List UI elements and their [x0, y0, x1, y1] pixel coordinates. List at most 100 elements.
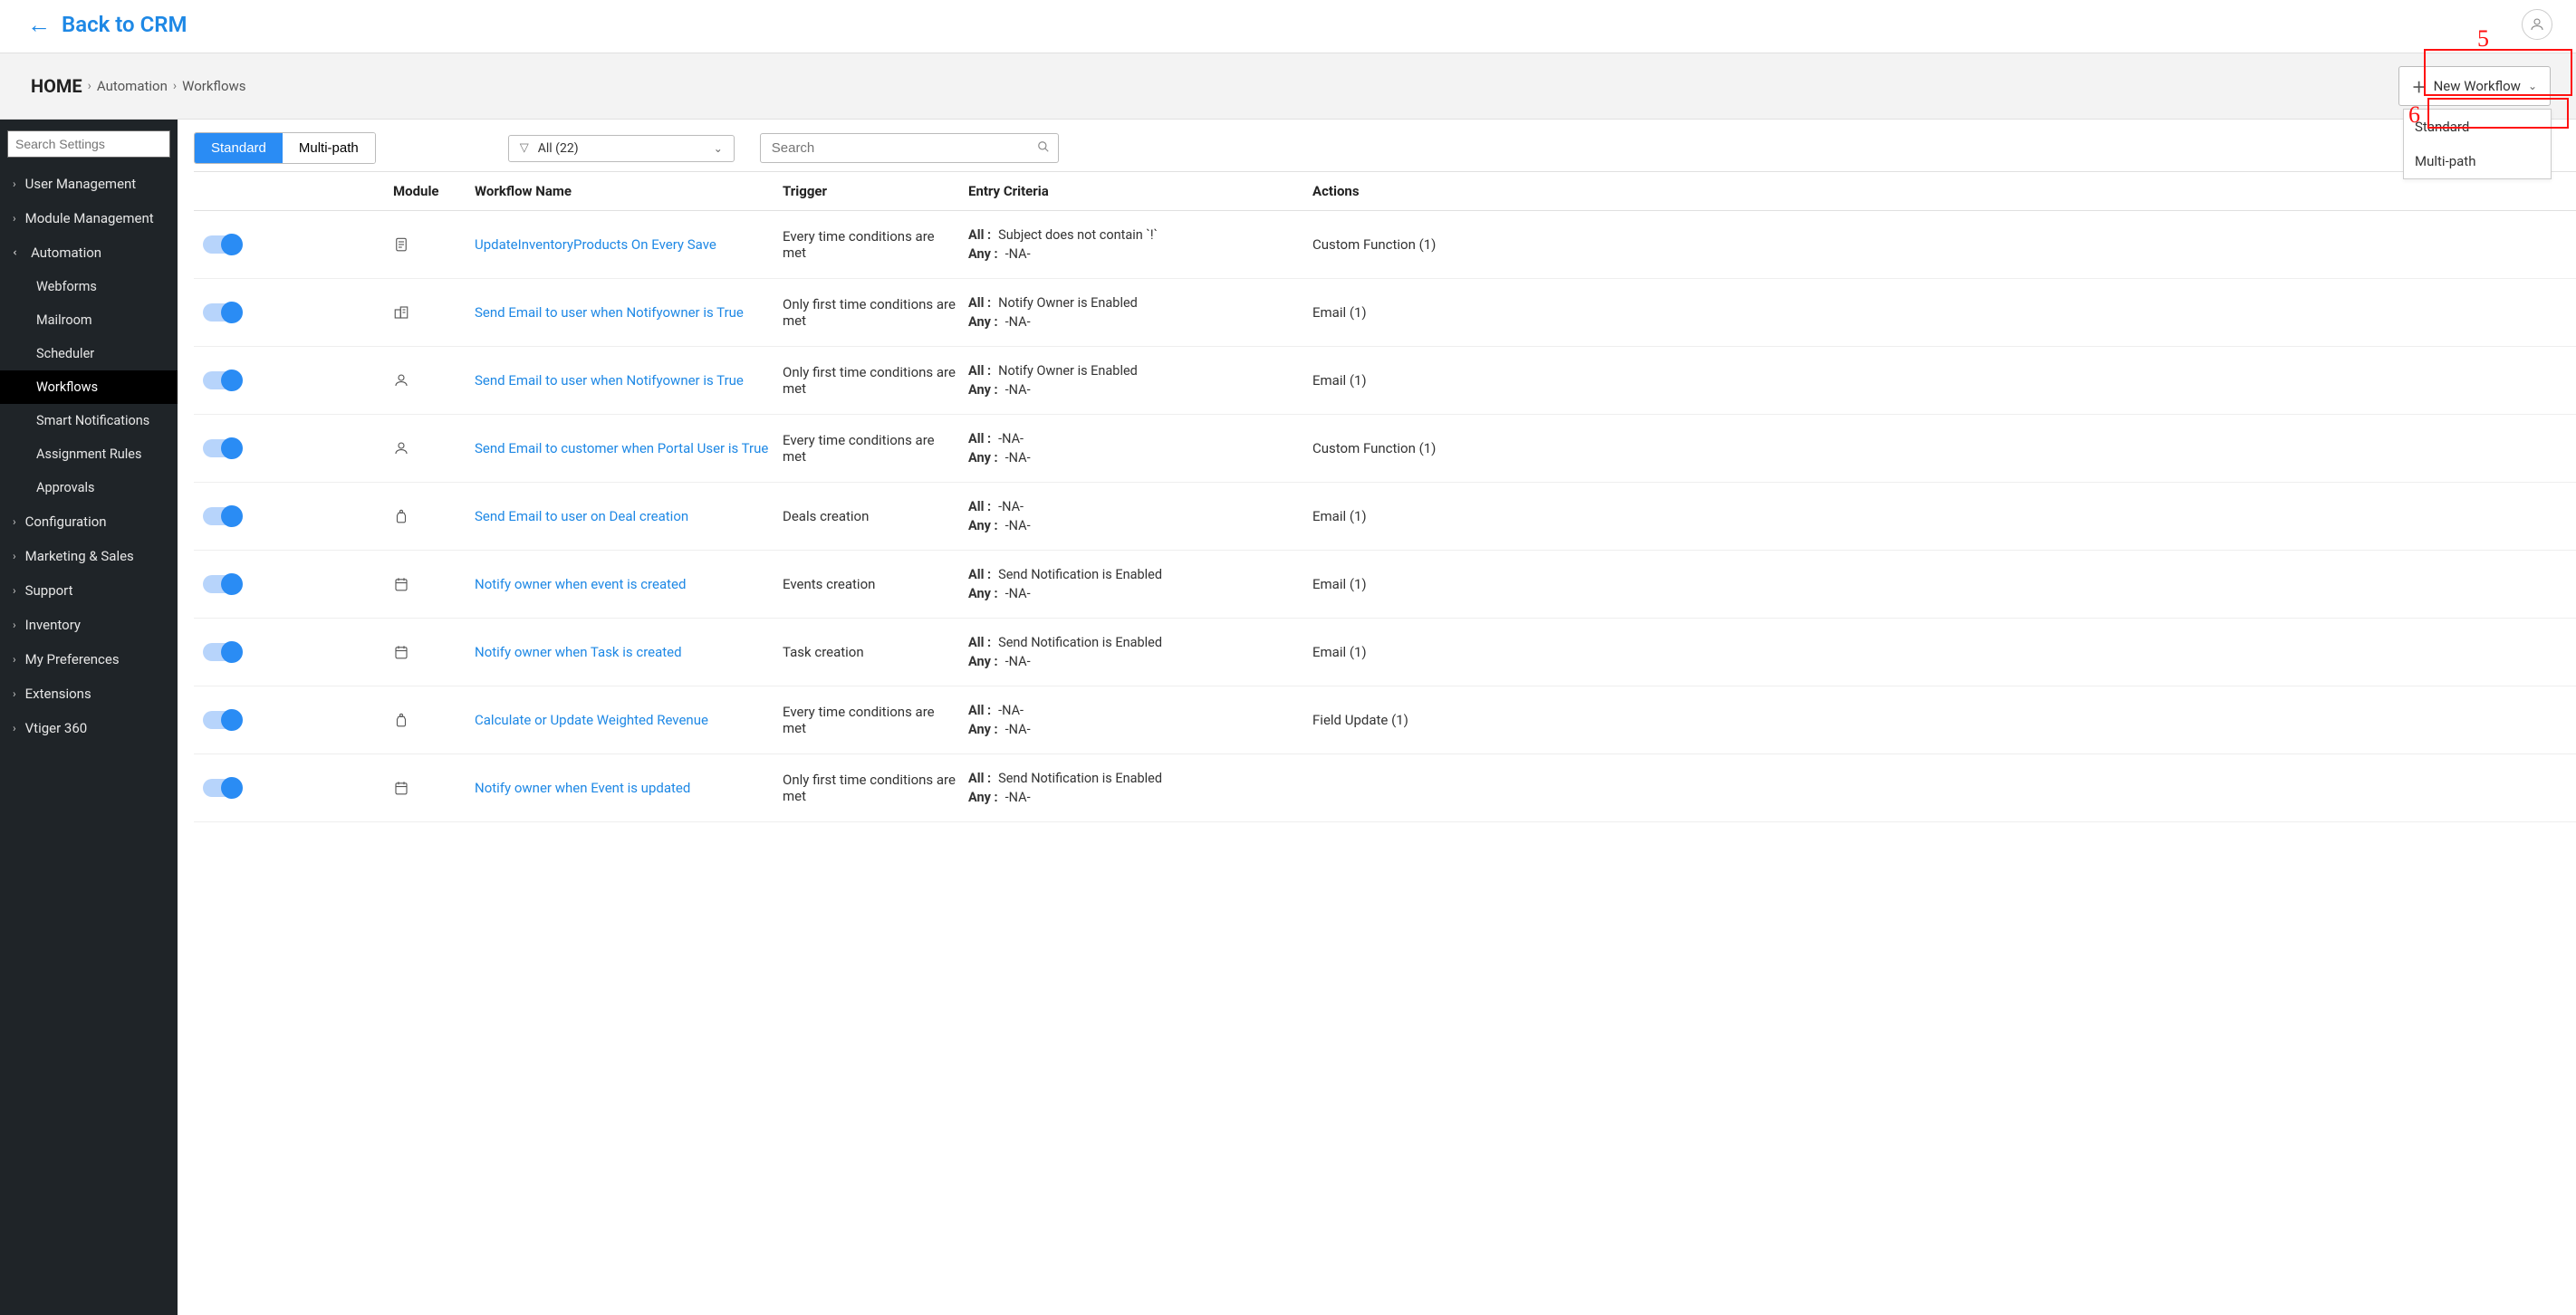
workflow-toggle[interactable]: [203, 711, 241, 729]
workflow-trigger: Events creation: [783, 576, 968, 592]
sidebar-subitem-scheduler[interactable]: Scheduler: [0, 337, 178, 370]
sidebar-item-my-preferences[interactable]: › My Preferences: [0, 642, 178, 677]
chevron-right-icon: ›: [13, 722, 16, 734]
sidebar-subitem-smart-notifications[interactable]: Smart Notifications: [0, 404, 178, 437]
dropdown-item-standard[interactable]: Standard: [2404, 110, 2551, 144]
sidebar-subitem-assignment-rules[interactable]: Assignment Rules: [0, 437, 178, 471]
module-icon: [393, 712, 475, 728]
workflow-name-link[interactable]: Send Email to user when Notifyowner is T…: [475, 372, 783, 389]
avatar[interactable]: [2522, 9, 2552, 40]
workflow-toggle[interactable]: [203, 779, 241, 797]
workflow-actions: Email (1): [1258, 644, 2576, 660]
table-row: Send Email to user when Notifyowner is T…: [194, 279, 2576, 347]
breadcrumb-bar: HOME › Automation › Workflows ＋ New Work…: [0, 53, 2576, 120]
module-icon: [393, 508, 475, 524]
breadcrumb-home[interactable]: HOME: [31, 75, 82, 97]
annotation-5: 5: [2477, 25, 2489, 53]
table-row: Calculate or Update Weighted RevenueEver…: [194, 686, 2576, 754]
search-input[interactable]: [760, 133, 1059, 163]
new-workflow-button[interactable]: ＋ New Workflow ⌄ Standard Multi-path: [2398, 66, 2551, 106]
workflow-name-link[interactable]: Send Email to user on Deal creation: [475, 508, 783, 524]
chevron-down-icon: ⌄: [2528, 80, 2537, 92]
back-label: Back to CRM: [62, 12, 187, 37]
funnel-icon: ▽: [520, 141, 529, 155]
sidebar-item-label: My Preferences: [25, 651, 120, 667]
workflow-criteria: All :Notify Owner is EnabledAny :-NA-: [968, 360, 1258, 401]
workflow-toggle[interactable]: [203, 575, 241, 593]
workflow-name-link[interactable]: UpdateInventoryProducts On Every Save: [475, 236, 783, 253]
workflow-name-link[interactable]: Notify owner when event is created: [475, 576, 783, 592]
chevron-right-icon: ›: [13, 515, 16, 528]
sidebar-item-configuration[interactable]: › Configuration: [0, 504, 178, 539]
sidebar-item-module-management[interactable]: ›Module Management: [0, 201, 178, 235]
table-row: UpdateInventoryProducts On Every SaveEve…: [194, 211, 2576, 279]
workflow-toggle[interactable]: [203, 235, 241, 254]
seg-standard[interactable]: Standard: [195, 133, 283, 163]
workflow-toggle[interactable]: [203, 303, 241, 322]
workflow-criteria: All :Subject does not contain `!`Any :-N…: [968, 224, 1258, 265]
workflow-name-link[interactable]: Notify owner when Event is updated: [475, 780, 783, 796]
workflow-toggle[interactable]: [203, 643, 241, 661]
main-content: Standard Multi-path ▽ All (22) ⌄ Modul: [178, 120, 2576, 1315]
workflow-criteria: All :-NA-Any :-NA-: [968, 427, 1258, 469]
breadcrumb-level1[interactable]: Automation: [97, 78, 168, 94]
dropdown-item-multipath[interactable]: Multi-path: [2404, 144, 2551, 178]
sidebar-subitem-workflows[interactable]: Workflows: [0, 370, 178, 404]
th-actions: Actions: [1258, 183, 2576, 199]
seg-multipath[interactable]: Multi-path: [283, 133, 375, 163]
workflow-name-link[interactable]: Notify owner when Task is created: [475, 644, 783, 660]
sidebar-item-user-management[interactable]: ›User Management: [0, 167, 178, 201]
topbar: ← Back to CRM: [0, 0, 2576, 53]
table-row: Notify owner when Event is updatedOnly f…: [194, 754, 2576, 822]
workflow-toggle[interactable]: [203, 371, 241, 389]
breadcrumb: HOME › Automation › Workflows: [31, 75, 246, 97]
workflow-trigger: Only first time conditions are met: [783, 296, 968, 329]
th-name: Workflow Name: [475, 183, 783, 199]
th-module: Module: [393, 183, 475, 199]
chevron-right-icon: ›: [13, 653, 16, 666]
workflow-criteria: All :Send Notification is EnabledAny :-N…: [968, 563, 1258, 605]
sidebar-item-vtiger-360[interactable]: ›Vtiger 360: [0, 711, 178, 745]
sidebar-search-input[interactable]: [7, 130, 170, 158]
search-icon: [1037, 140, 1050, 157]
module-icon: [393, 440, 475, 456]
workflow-name-link[interactable]: Calculate or Update Weighted Revenue: [475, 712, 783, 728]
filter-dropdown[interactable]: ▽ All (22) ⌄: [508, 135, 735, 162]
sidebar-item-extensions[interactable]: ›Extensions: [0, 677, 178, 711]
table-row: Notify owner when Task is createdTask cr…: [194, 619, 2576, 686]
workflow-criteria: All :Send Notification is EnabledAny :-N…: [968, 631, 1258, 673]
workflow-criteria: All :Send Notification is EnabledAny :-N…: [968, 767, 1258, 809]
workflow-actions: Email (1): [1258, 576, 2576, 592]
workflow-toggle[interactable]: [203, 507, 241, 525]
sidebar-item-automation[interactable]: ⌄Automation: [0, 235, 178, 270]
th-trigger: Trigger: [783, 183, 968, 199]
workflow-trigger: Deals creation: [783, 508, 968, 524]
sidebar-subitem-webforms[interactable]: Webforms: [0, 270, 178, 303]
sidebar-item-inventory[interactable]: › Inventory: [0, 608, 178, 642]
sidebar-item-label: Configuration: [25, 514, 107, 530]
workflow-toggle[interactable]: [203, 439, 241, 457]
sidebar-subitem-approvals[interactable]: Approvals: [0, 471, 178, 504]
chevron-right-icon: ›: [13, 619, 16, 631]
breadcrumb-level2[interactable]: Workflows: [182, 78, 245, 94]
chevron-right-icon: ›: [13, 178, 16, 190]
workflow-trigger: Only first time conditions are met: [783, 364, 968, 397]
table-row: Send Email to customer when Portal User …: [194, 415, 2576, 483]
workflow-name-link[interactable]: Send Email to customer when Portal User …: [475, 440, 783, 456]
workflow-criteria: All :Notify Owner is EnabledAny :-NA-: [968, 292, 1258, 333]
filter-label: All (22): [538, 141, 579, 156]
workflow-name-link[interactable]: Send Email to user when Notifyowner is T…: [475, 304, 783, 321]
user-icon: [2529, 16, 2545, 33]
workflow-trigger: Every time conditions are met: [783, 432, 968, 465]
sidebar-item-label: Automation: [31, 245, 101, 261]
sidebar-subitem-mailroom[interactable]: Mailroom: [0, 303, 178, 337]
sidebar-item-label: Inventory: [25, 617, 81, 633]
table-row: Send Email to user when Notifyowner is T…: [194, 347, 2576, 415]
arrow-left-icon: ←: [27, 11, 51, 39]
sidebar-item-label: Extensions: [25, 686, 91, 702]
sidebar-item-label: Module Management: [25, 210, 154, 226]
sidebar-item-support[interactable]: ›Support: [0, 573, 178, 608]
sidebar-item-marketing-sales[interactable]: ›Marketing & Sales: [0, 539, 178, 573]
workflow-trigger: Every time conditions are met: [783, 704, 968, 736]
back-to-crm-link[interactable]: ← Back to CRM: [27, 11, 187, 39]
